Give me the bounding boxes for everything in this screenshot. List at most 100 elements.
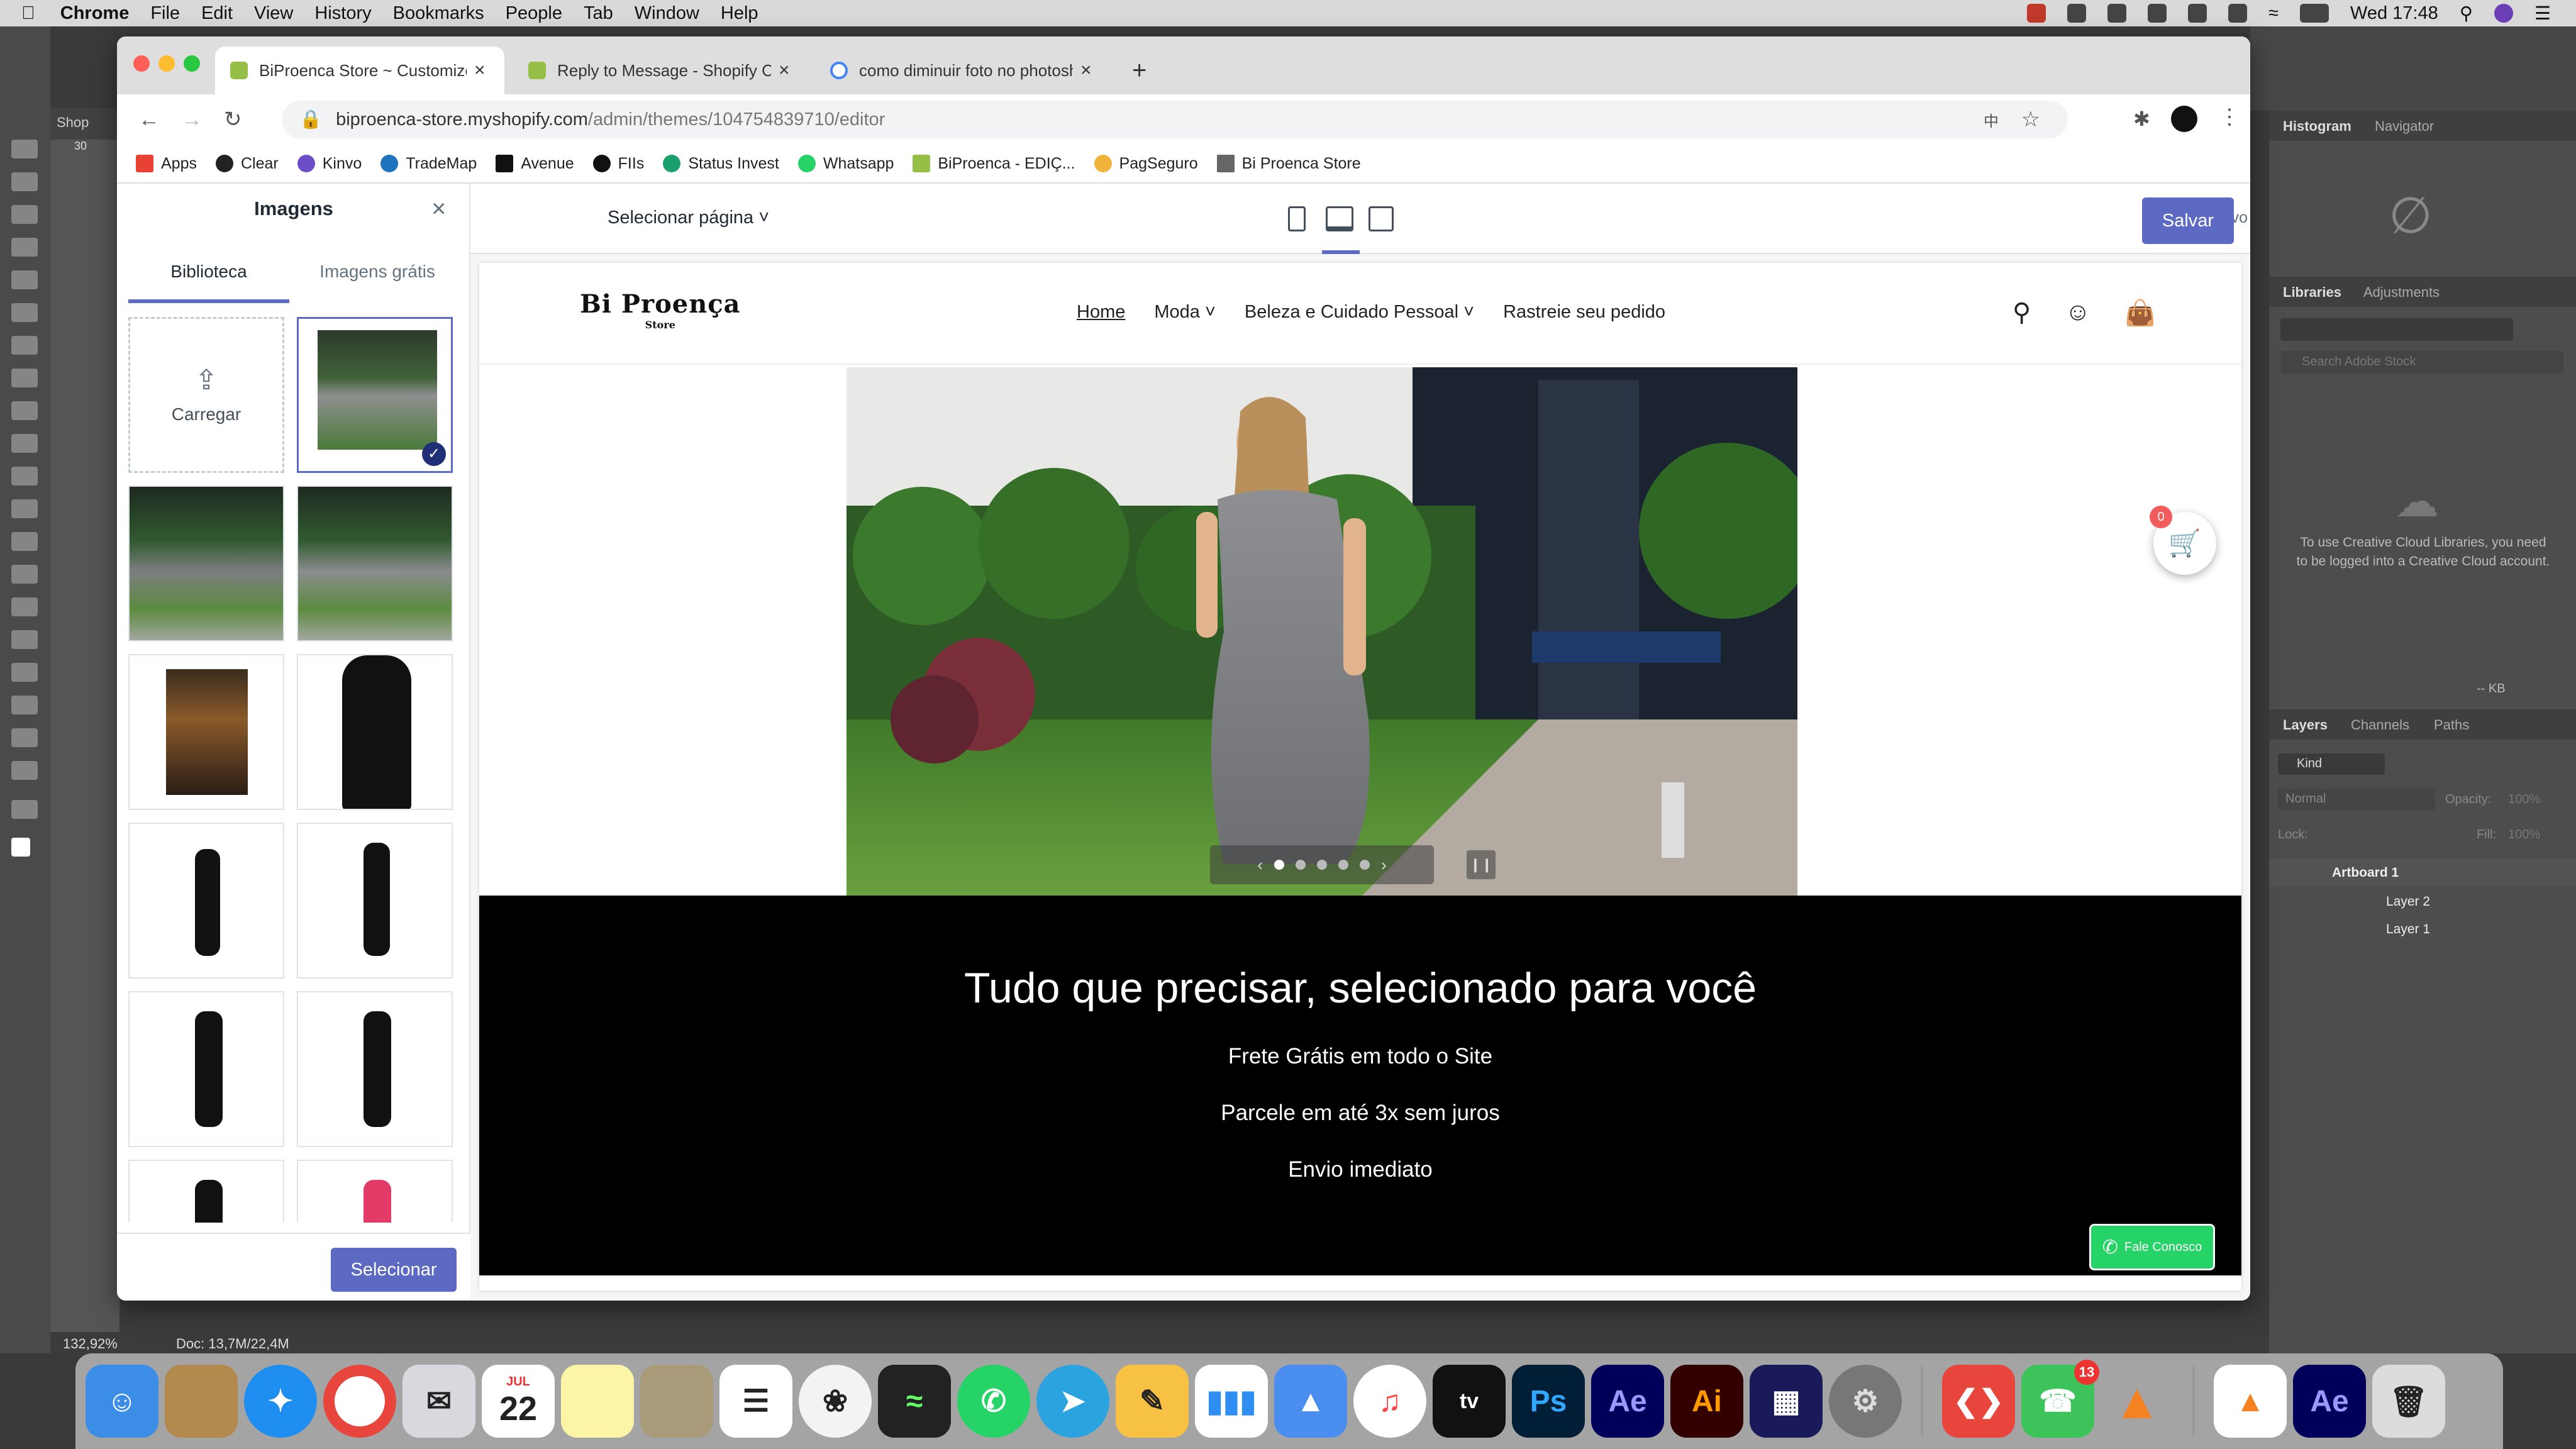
menu-window[interactable]: Window <box>635 3 699 24</box>
account-icon[interactable]: ☺ <box>2065 298 2090 328</box>
safari-icon[interactable]: ✦ <box>244 1365 317 1438</box>
reminders-icon[interactable]: ☰ <box>719 1365 792 1438</box>
numbers-icon[interactable]: ▮▮▮ <box>1195 1365 1268 1438</box>
after-effects-stack-icon[interactable]: Ae <box>2293 1365 2366 1438</box>
opacity-value[interactable]: 100% <box>2508 792 2540 807</box>
bookmark-status-invest[interactable]: Status Invest <box>663 155 779 173</box>
magic-wand-tool-icon[interactable] <box>11 238 38 257</box>
navigator-tab[interactable]: Navigator <box>2375 118 2434 135</box>
bookmark-fiis[interactable]: FIIs <box>592 155 644 173</box>
nav-rastreie[interactable]: Rastreie seu pedido <box>1503 302 1665 323</box>
history-brush-tool-icon[interactable] <box>11 434 38 453</box>
trash-icon[interactable]: 🗑 <box>2372 1365 2445 1438</box>
menu-bookmarks[interactable]: Bookmarks <box>393 3 484 24</box>
pen-tool-icon[interactable] <box>11 597 38 616</box>
tab-free-images[interactable]: Imagens grátis <box>297 253 458 303</box>
menu-file[interactable]: File <box>150 3 180 24</box>
image-thumb[interactable] <box>297 823 453 979</box>
calendar-icon[interactable]: JUL 22 <box>482 1365 555 1438</box>
wifi-icon[interactable]: ≈ <box>2268 3 2279 24</box>
slide-dot[interactable] <box>1274 860 1284 870</box>
chrome-icon[interactable] <box>323 1365 396 1438</box>
bookmark-biproenca-edit[interactable]: BiProenca - EDIÇ... <box>913 155 1075 173</box>
next-slide-icon[interactable]: › <box>1381 855 1387 875</box>
zoom-tool-icon[interactable] <box>11 761 38 780</box>
back-icon[interactable]: ← <box>138 108 160 132</box>
floating-cart-button[interactable]: 🛒 0 <box>2150 506 2216 575</box>
hero-slideshow[interactable]: ‹ › ❙❙ <box>847 367 1797 896</box>
adjustments-tab[interactable]: Adjustments <box>2363 284 2440 301</box>
save-button[interactable]: Salvar <box>2142 197 2234 244</box>
close-tab-icon[interactable]: × <box>779 60 790 81</box>
bookmark-whatsapp[interactable]: Whatsapp <box>797 155 894 173</box>
illustrator-icon[interactable]: Ai <box>1670 1365 1743 1438</box>
image-thumb[interactable] <box>297 991 453 1147</box>
display-icon[interactable] <box>2188 4 2207 23</box>
brush-tool-icon[interactable] <box>11 369 38 387</box>
cart-icon[interactable]: 👜 <box>2124 298 2156 328</box>
pages-icon[interactable]: ✎ <box>1116 1365 1189 1438</box>
battery-icon[interactable] <box>2300 4 2329 23</box>
path-selection-tool-icon[interactable] <box>11 663 38 682</box>
layer-kind-filter[interactable]: Kind <box>2278 753 2385 775</box>
eyedropper-tool-icon[interactable] <box>11 303 38 322</box>
music-icon[interactable]: ♫ <box>1353 1365 1426 1438</box>
stamp-tool-icon[interactable] <box>11 401 38 420</box>
image-thumb[interactable] <box>128 654 284 810</box>
bookmark-avenue[interactable]: Avenue <box>496 155 574 173</box>
image-thumb[interactable] <box>128 486 284 641</box>
slide-dot[interactable] <box>1360 860 1370 870</box>
bookmark-kinvo[interactable]: Kinvo <box>297 155 362 173</box>
chrome-menu-icon[interactable]: ⋮ <box>2219 104 2240 130</box>
type-tool-icon[interactable] <box>11 630 38 649</box>
after-effects-icon[interactable]: Ae <box>1591 1365 1664 1438</box>
bookmark-clear[interactable]: Clear <box>215 155 279 173</box>
menu-people[interactable]: People <box>506 3 562 24</box>
gradient-tool-icon[interactable] <box>11 499 38 518</box>
nav-home[interactable]: Home <box>1077 302 1125 323</box>
bookmark-pagseguro[interactable]: PagSeguro <box>1094 155 1198 173</box>
shape-tool-icon[interactable] <box>11 696 38 714</box>
paths-tab[interactable]: Paths <box>2434 717 2469 733</box>
siri-icon[interactable] <box>2494 4 2513 23</box>
nav-beleza[interactable]: Beleza e Cuidado Pessoal ˅ <box>1245 302 1474 323</box>
image-thumb-selected[interactable]: ✓ <box>297 317 453 473</box>
image-thumb[interactable] <box>297 654 453 810</box>
minimize-window-button[interactable] <box>158 55 175 72</box>
fullscreen-view-icon[interactable] <box>1368 206 1394 231</box>
eraser-tool-icon[interactable] <box>11 467 38 486</box>
upload-button[interactable]: ⇪ Carregar <box>128 317 284 473</box>
lock-icon[interactable]: 🔒 <box>299 109 322 130</box>
facetime-icon[interactable]: ☎ 13 <box>2021 1360 2099 1438</box>
slide-dot[interactable] <box>1338 860 1348 870</box>
layer-row-layer2[interactable]: Layer 2 <box>2269 888 2576 916</box>
menu-tab[interactable]: Tab <box>584 3 613 24</box>
status-app-icon[interactable] <box>2148 4 2167 23</box>
zoom-level[interactable]: 132,92% <box>63 1336 118 1352</box>
tab-shopify-reply[interactable]: Reply to Message - Shopify Co × <box>513 47 809 94</box>
menu-history[interactable]: History <box>314 3 371 24</box>
media-encoder-icon[interactable]: ▦ <box>1750 1365 1823 1438</box>
finder-icon[interactable]: ☺ <box>86 1365 158 1438</box>
bookmark-star-icon[interactable]: ☆ <box>2021 107 2040 132</box>
forward-icon[interactable]: → <box>181 108 203 132</box>
layers-tab[interactable]: Layers <box>2283 717 2328 733</box>
stocks-icon[interactable]: ≈ <box>878 1365 951 1438</box>
hand-tool-icon[interactable] <box>11 728 38 747</box>
telegram-icon[interactable]: ➤ <box>1036 1365 1109 1438</box>
image-thumb[interactable] <box>128 823 284 979</box>
whatsapp-button[interactable]: ✆ Fale Conosco <box>2089 1224 2215 1270</box>
pause-icon[interactable]: ❙❙ <box>1467 850 1496 879</box>
apple-icon[interactable]:  <box>21 3 35 24</box>
bookmark-apps[interactable]: Apps <box>136 155 197 173</box>
tv-icon[interactable]: tv <box>1433 1365 1506 1438</box>
menu-app-name[interactable]: Chrome <box>60 3 130 24</box>
fill-value[interactable]: 100% <box>2508 828 2540 842</box>
status-app-icon[interactable] <box>2107 4 2127 23</box>
address-bar[interactable]: 🔒 biproenca-store.myshopify.com/admin/th… <box>282 101 2068 138</box>
system-preferences-icon[interactable]: ⚙ <box>1829 1365 1902 1438</box>
ps-canvas-area[interactable]: 30 <box>50 140 119 1332</box>
mail-icon[interactable]: ✉ <box>402 1365 475 1438</box>
calculator-icon[interactable] <box>640 1365 713 1438</box>
close-window-button[interactable] <box>133 55 150 72</box>
